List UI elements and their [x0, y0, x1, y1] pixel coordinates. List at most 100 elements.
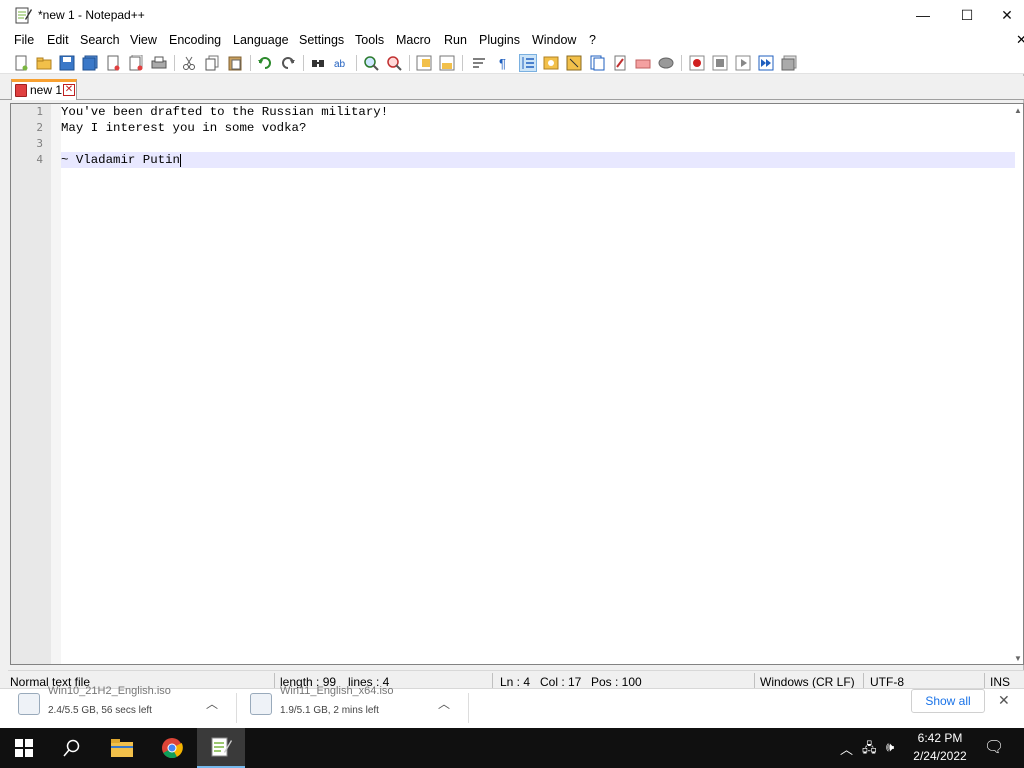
- word-wrap-icon[interactable]: [470, 54, 488, 72]
- save-icon[interactable]: [58, 54, 76, 72]
- doc-map-icon[interactable]: [565, 54, 583, 72]
- text-caret: [179, 154, 181, 167]
- run-macro-multiple-icon[interactable]: [757, 54, 775, 72]
- taskbar-file-explorer[interactable]: [98, 728, 146, 768]
- open-file-icon[interactable]: [35, 54, 53, 72]
- clock-time[interactable]: 6:42 PM: [905, 731, 975, 745]
- download-item[interactable]: Win11_English_x64.iso 1.9/5.1 GB, 2 mins…: [250, 685, 460, 729]
- taskbar-notepadpp[interactable]: [197, 728, 245, 768]
- volume-icon[interactable]: 🕪: [886, 739, 894, 755]
- menu-plugins[interactable]: Plugins: [479, 33, 520, 47]
- folder-workspace-icon[interactable]: [611, 54, 629, 72]
- status-column: Col : 17: [540, 675, 582, 689]
- tab-new-1[interactable]: new 1 ✕: [11, 79, 77, 100]
- tab-bar: new 1 ✕: [0, 76, 1024, 100]
- code-line[interactable]: You've been drafted to the Russian milit…: [61, 104, 1016, 120]
- scroll-up-icon[interactable]: ▲: [1014, 106, 1022, 115]
- find-icon[interactable]: [309, 54, 327, 72]
- disc-image-icon: [250, 693, 272, 715]
- minimize-icon: —: [916, 7, 930, 23]
- close-all-icon[interactable]: [127, 54, 145, 72]
- close-document-icon[interactable]: ✕: [1016, 32, 1024, 48]
- line-number: 2: [36, 121, 43, 134]
- menu-settings[interactable]: Settings: [299, 33, 344, 47]
- udl-icon[interactable]: [542, 54, 560, 72]
- menu-help[interactable]: ?: [589, 33, 596, 47]
- clock-date[interactable]: 2/24/2022: [905, 749, 975, 763]
- paste-icon[interactable]: [226, 54, 244, 72]
- notification-icon[interactable]: 🗨: [984, 737, 1004, 757]
- svg-text:ab: ab: [334, 59, 346, 70]
- doc-switcher-icon[interactable]: [634, 54, 652, 72]
- taskbar-chrome[interactable]: [148, 728, 196, 768]
- maximize-button[interactable]: ☐: [944, 0, 990, 30]
- chevron-up-icon[interactable]: ︿: [206, 695, 218, 712]
- menu-edit[interactable]: Edit: [47, 33, 69, 47]
- status-eol[interactable]: Windows (CR LF): [760, 675, 855, 689]
- download-status: 1.9/5.1 GB, 2 mins left: [280, 705, 379, 716]
- folder-icon: [111, 739, 133, 757]
- code-line[interactable]: May I interest you in some vodka?: [61, 120, 1016, 136]
- notepadpp-app-icon: [15, 7, 32, 24]
- menu-file[interactable]: File: [14, 33, 34, 47]
- status-encoding[interactable]: UTF-8: [870, 675, 904, 689]
- replace-icon[interactable]: ab: [332, 54, 350, 72]
- fold-margin[interactable]: [51, 104, 61, 664]
- menu-bar: File Edit Search View Encoding Language …: [0, 30, 1024, 52]
- vertical-scrollbar[interactable]: [1015, 116, 1023, 646]
- windows-logo-icon: [15, 739, 33, 757]
- network-icon[interactable]: 🖧: [862, 739, 877, 761]
- scroll-down-icon[interactable]: ▼: [1014, 654, 1022, 663]
- menu-language[interactable]: Language: [233, 33, 289, 47]
- monitoring-icon[interactable]: [657, 54, 675, 72]
- status-insert-mode[interactable]: INS: [990, 675, 1010, 689]
- line-number: 3: [36, 137, 43, 150]
- menu-view[interactable]: View: [130, 33, 157, 47]
- title-bar[interactable]: *new 1 - Notepad++ — ☐ ✕: [0, 0, 1024, 30]
- close-window-button[interactable]: ✕: [990, 0, 1024, 30]
- save-all-icon[interactable]: [81, 54, 99, 72]
- print-icon[interactable]: [150, 54, 168, 72]
- save-macro-icon[interactable]: [780, 54, 798, 72]
- text-editor[interactable]: 1 2 3 4 You've been drafted to the Russi…: [10, 103, 1024, 665]
- show-all-button[interactable]: Show all: [911, 689, 985, 713]
- menu-macro[interactable]: Macro: [396, 33, 431, 47]
- record-macro-icon[interactable]: [688, 54, 706, 72]
- menu-encoding[interactable]: Encoding: [169, 33, 221, 47]
- sync-vertical-icon[interactable]: [415, 54, 433, 72]
- play-macro-icon[interactable]: [734, 54, 752, 72]
- download-status: 2.4/5.5 GB, 56 secs left: [48, 705, 152, 716]
- new-file-icon[interactable]: [12, 54, 30, 72]
- chevron-up-icon[interactable]: ︿: [438, 695, 450, 712]
- tab-close-icon[interactable]: ✕: [63, 84, 75, 96]
- sync-horizontal-icon[interactable]: [438, 54, 456, 72]
- line-number-margin: 1 2 3 4: [11, 104, 51, 664]
- code-line[interactable]: ~ Vladamir Putin: [61, 152, 1016, 168]
- line-number: 4: [36, 153, 43, 166]
- copy-icon[interactable]: [203, 54, 221, 72]
- show-all-chars-icon[interactable]: ¶: [494, 54, 512, 72]
- menu-window[interactable]: Window: [532, 33, 576, 47]
- chevron-up-icon[interactable]: ︿: [840, 739, 853, 758]
- zoom-out-icon[interactable]: [385, 54, 403, 72]
- indent-guide-icon[interactable]: [519, 54, 537, 72]
- download-item[interactable]: Win10_21H2_English.iso 2.4/5.5 GB, 56 se…: [18, 685, 228, 729]
- close-shelf-icon[interactable]: ✕: [998, 692, 1010, 709]
- taskbar: ︿ 🖧 🕪 6:42 PM 2/24/2022 🗨: [0, 728, 1024, 768]
- redo-icon[interactable]: [279, 54, 297, 72]
- close-file-icon[interactable]: [104, 54, 122, 72]
- minimize-button[interactable]: —: [900, 0, 946, 30]
- start-button[interactable]: [0, 728, 48, 768]
- undo-icon[interactable]: [256, 54, 274, 72]
- menu-tools[interactable]: Tools: [355, 33, 384, 47]
- menu-search[interactable]: Search: [80, 33, 120, 47]
- zoom-in-icon[interactable]: [362, 54, 380, 72]
- notepadpp-icon: [211, 737, 232, 757]
- code-line[interactable]: [61, 136, 1016, 152]
- menu-run[interactable]: Run: [444, 33, 467, 47]
- function-list-icon[interactable]: [588, 54, 606, 72]
- notepadpp-window: *new 1 - Notepad++ — ☐ ✕ File Edit Searc…: [0, 0, 1024, 692]
- stop-record-icon[interactable]: [711, 54, 729, 72]
- taskbar-search-button[interactable]: [48, 728, 96, 768]
- cut-icon[interactable]: [180, 54, 198, 72]
